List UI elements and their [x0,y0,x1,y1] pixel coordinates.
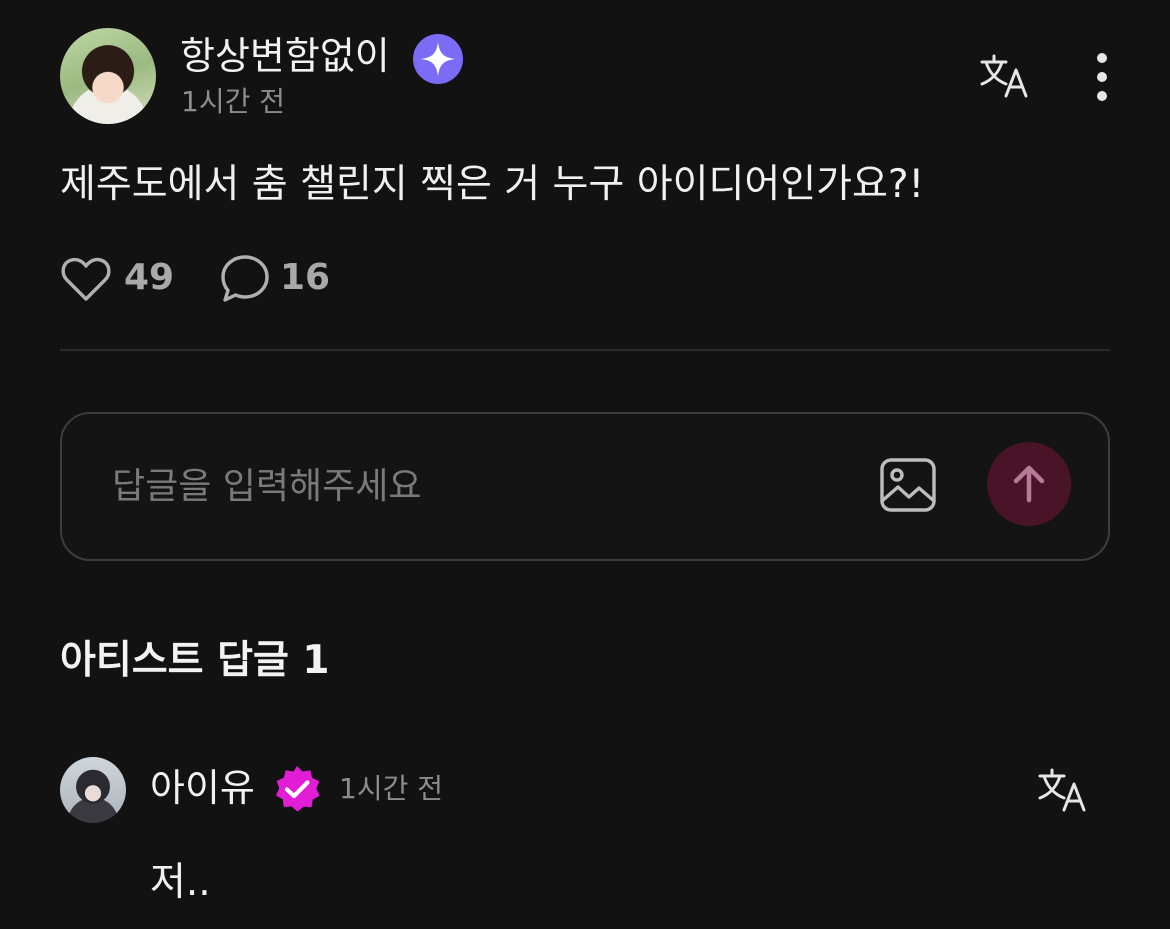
send-button[interactable] [987,442,1071,526]
speech-bubble-icon[interactable] [219,253,271,305]
heart-outline-icon[interactable] [60,255,112,303]
post-author-name[interactable]: 항상변함없이 [180,32,390,80]
reply-author-name[interactable]: 아이유 [150,763,255,813]
reply-input-container[interactable] [60,412,1110,561]
reply-body-text: 저.. [150,860,211,905]
artist-replies-title: 아티스트 답글 1 [60,638,330,683]
more-vertical-icon[interactable] [1088,50,1116,104]
comment-count: 16 [280,257,331,298]
reply-author-avatar[interactable] [60,757,126,823]
like-count: 49 [124,257,175,298]
arrow-up-icon [1013,465,1045,503]
sparkle-badge-icon [412,33,464,85]
post-author-avatar[interactable] [60,28,156,124]
image-icon[interactable] [878,457,938,513]
verified-badge-icon [272,764,322,814]
reply-timestamp: 1시간 전 [339,772,443,805]
reply-input[interactable] [112,458,852,514]
translate-icon[interactable] [1036,766,1090,814]
post-timestamp: 1시간 전 [181,85,285,118]
divider [60,349,1110,351]
translate-icon[interactable] [978,52,1032,100]
post-body-text: 제주도에서 춤 챌린지 찍은 거 누구 아이디어인가요?! [60,162,925,207]
